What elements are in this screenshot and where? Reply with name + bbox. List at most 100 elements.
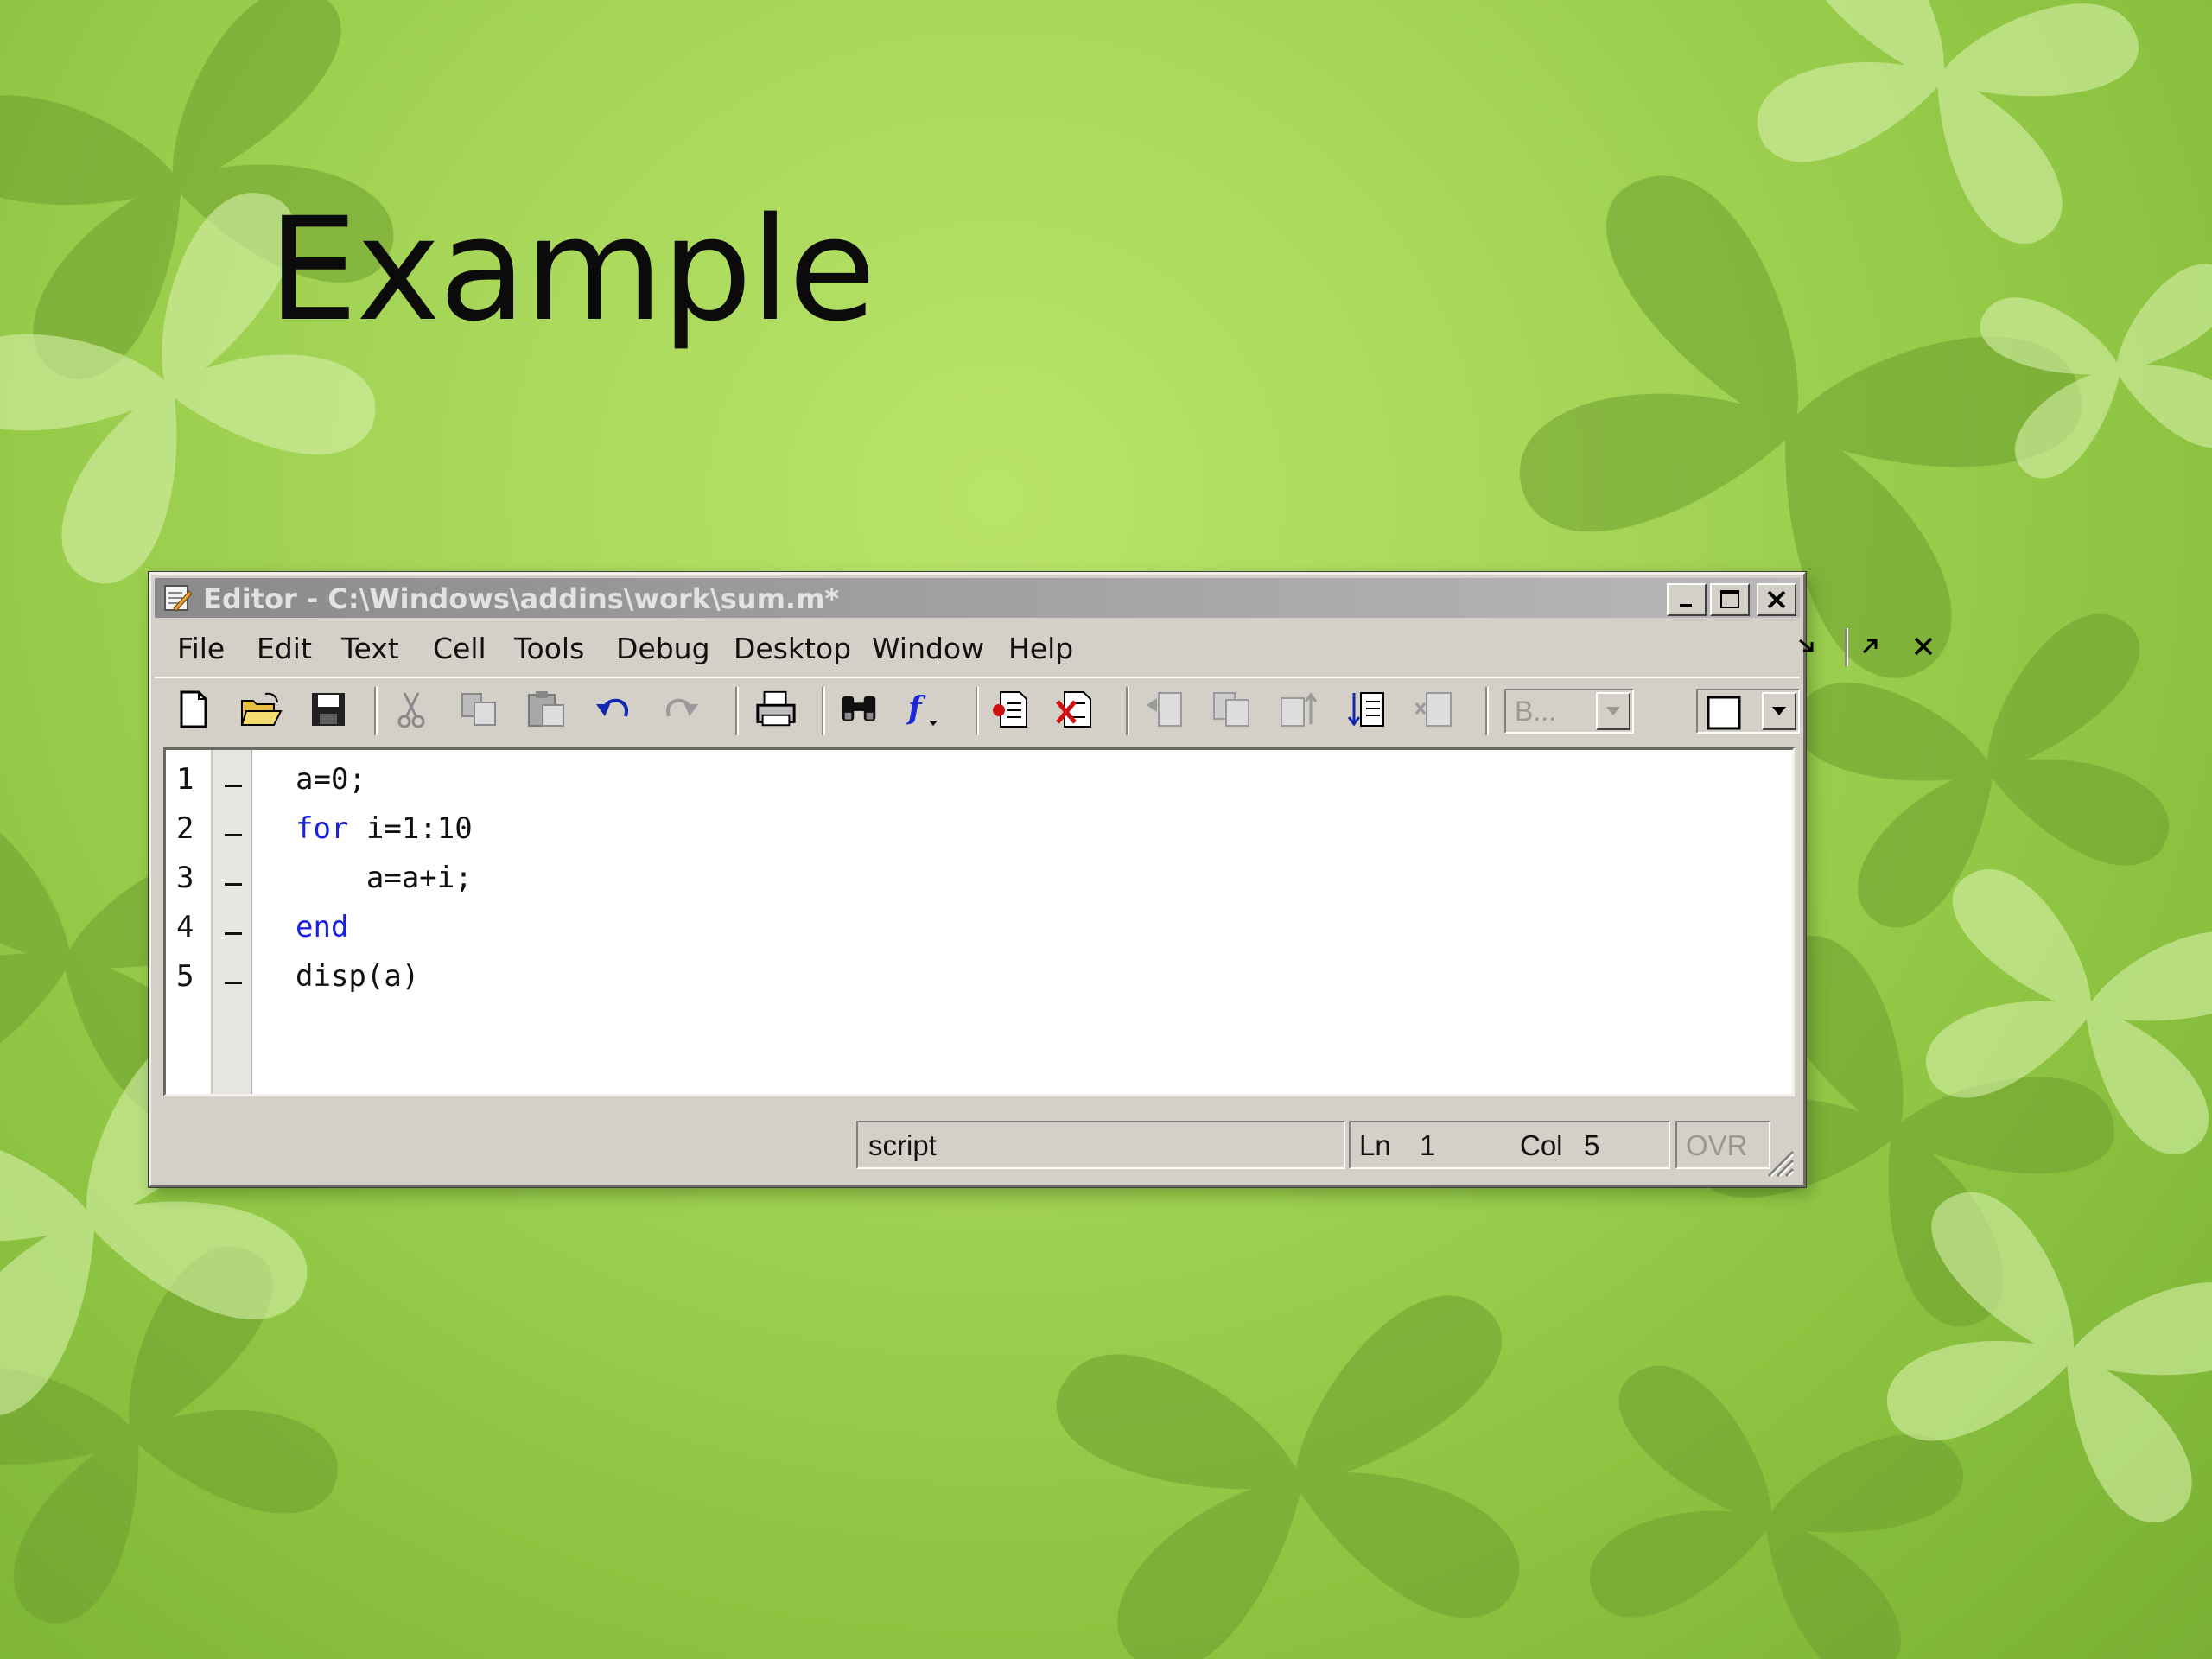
title-bar[interactable]: Editor - C:\Windows\addins\work\sum.m* <box>155 578 1800 618</box>
status-ovr: OVR <box>1675 1121 1770 1169</box>
step-out-icon <box>1281 692 1318 727</box>
minimize-button[interactable] <box>1667 583 1707 616</box>
menu-cell[interactable]: Cell <box>433 632 486 665</box>
step-icon <box>1147 692 1182 727</box>
editor-window: Editor - C:\Windows\addins\work\sum.m* F… <box>149 572 1933 1187</box>
single-pane-icon <box>1707 696 1741 730</box>
menu-close-icon[interactable] <box>1910 633 1936 659</box>
line-number: 3 <box>176 861 194 895</box>
cut-icon <box>397 692 425 728</box>
undock-icon[interactable] <box>1795 633 1821 659</box>
step-button[interactable] <box>1143 687 1186 732</box>
menu-desktop[interactable]: Desktop <box>734 632 851 665</box>
step-in-button[interactable] <box>1211 687 1254 732</box>
layout-combo[interactable] <box>1696 689 1800 734</box>
toolbar-separator <box>822 687 825 735</box>
status-mode: script <box>856 1121 1345 1169</box>
toolbar-separator <box>976 687 979 735</box>
maximize-button[interactable] <box>1710 583 1750 616</box>
toolbar-separator <box>735 687 739 735</box>
status-bar: script Ln 1 Col 5 OVR <box>155 1103 1800 1183</box>
stack-combo-value: B... <box>1515 696 1557 727</box>
save-icon <box>312 693 345 726</box>
exit-debug-button[interactable] <box>1413 687 1456 732</box>
slide-title: Example <box>268 187 876 353</box>
save-button[interactable] <box>307 687 350 732</box>
find-icon <box>842 696 876 721</box>
stack-combo[interactable]: B... <box>1504 689 1634 734</box>
ovr-text: OVR <box>1686 1129 1748 1161</box>
code-text: disp(a) <box>296 959 420 994</box>
line-number: 1 <box>176 762 194 797</box>
redo-icon <box>666 698 698 717</box>
open-button[interactable] <box>239 687 283 732</box>
redo-button[interactable] <box>659 687 702 732</box>
toolbar-separator <box>1485 687 1489 735</box>
menu-text[interactable]: Text <box>341 632 399 665</box>
code-text: end <box>296 910 349 944</box>
close-button[interactable] <box>1757 583 1796 616</box>
menu-edit[interactable]: Edit <box>257 632 312 665</box>
status-mode-text: script <box>868 1129 937 1161</box>
cut-button[interactable] <box>390 687 433 732</box>
code-line: 4 end <box>166 910 1792 959</box>
menu-bar: File Edit Text Cell Tools Debug Desktop … <box>155 621 1933 673</box>
toolbar-separator <box>374 687 378 735</box>
menu-file[interactable]: File <box>177 632 225 665</box>
code-line: 1 a=0; <box>166 762 1792 811</box>
close-icon <box>1767 590 1786 609</box>
code-text: a=a+i; <box>365 861 473 895</box>
col-label: Col <box>1520 1129 1563 1161</box>
breakpoint-marker[interactable] <box>225 932 242 935</box>
menu-debug[interactable]: Debug <box>616 632 710 665</box>
print-button[interactable] <box>754 687 798 732</box>
stack-combo-arrow[interactable] <box>1596 692 1630 730</box>
layout-combo-arrow[interactable] <box>1762 692 1796 730</box>
ln-label: Ln <box>1359 1129 1391 1161</box>
code-line: 3 a=a+i; <box>166 861 1792 910</box>
new-file-icon <box>180 690 207 728</box>
code-editor[interactable]: 1 a=0; 2 for i=1:10 3 a=a+i; 4 end 5 dis… <box>163 747 1795 1096</box>
dock-icon[interactable] <box>1857 633 1883 659</box>
undo-icon <box>596 698 628 717</box>
find-button[interactable] <box>837 687 880 732</box>
status-position: Ln 1 Col 5 <box>1349 1121 1670 1169</box>
line-number: 4 <box>176 910 194 944</box>
function-icon: f <box>906 690 938 727</box>
paste-button[interactable] <box>524 687 568 732</box>
resize-grip-icon[interactable] <box>1762 1145 1795 1178</box>
clear-breakpoints-icon <box>1056 691 1091 728</box>
copy-icon <box>461 693 496 726</box>
copy-button[interactable] <box>457 687 500 732</box>
menu-separator <box>1845 628 1848 666</box>
breakpoint-marker[interactable] <box>225 883 242 886</box>
set-breakpoint-icon <box>993 691 1027 728</box>
breakpoint-marker[interactable] <box>225 785 242 787</box>
continue-button[interactable] <box>1345 687 1389 732</box>
menu-window[interactable]: Window <box>872 632 984 665</box>
ln-value: 1 <box>1420 1129 1436 1161</box>
col-value: 5 <box>1584 1129 1600 1161</box>
exit-debug-icon <box>1414 692 1452 727</box>
step-out-button[interactable] <box>1278 687 1321 732</box>
window-title: Editor - C:\Windows\addins\work\sum.m* <box>203 582 840 615</box>
continue-icon <box>1347 692 1384 727</box>
code-text: a=0; <box>296 762 366 797</box>
clear-breakpoints-button[interactable] <box>1053 687 1096 732</box>
breakpoint-marker[interactable] <box>225 982 242 984</box>
toolbar-separator <box>1126 687 1129 735</box>
undo-button[interactable] <box>592 687 635 732</box>
step-in-icon <box>1213 692 1249 727</box>
minimize-icon <box>1680 604 1692 607</box>
code-line: 2 for i=1:10 <box>166 811 1792 861</box>
set-breakpoint-button[interactable] <box>989 687 1033 732</box>
print-icon <box>756 690 796 727</box>
breakpoint-marker[interactable] <box>225 834 242 836</box>
line-number: 2 <box>176 811 194 846</box>
toolbar: f B... <box>155 677 1800 742</box>
maximize-icon <box>1720 590 1739 608</box>
new-file-button[interactable] <box>172 687 215 732</box>
function-button[interactable]: f <box>903 687 946 732</box>
menu-tools[interactable]: Tools <box>514 632 584 665</box>
menu-help[interactable]: Help <box>1008 632 1073 665</box>
